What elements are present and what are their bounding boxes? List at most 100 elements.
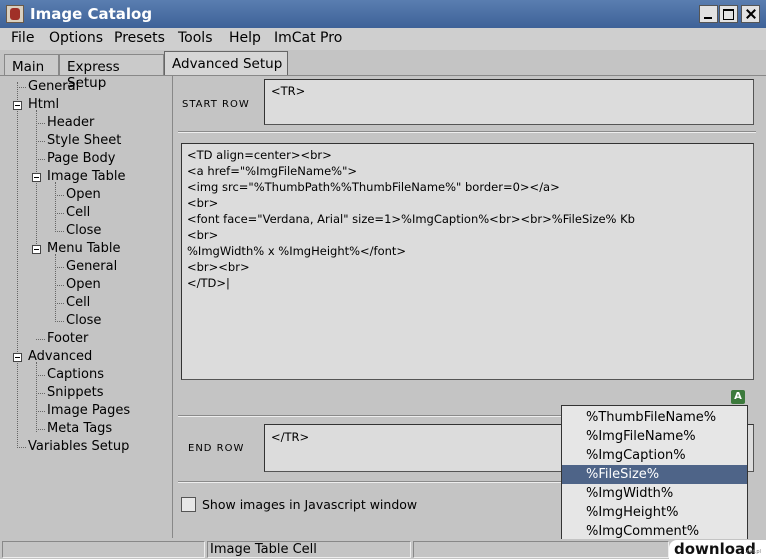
tree-connector <box>36 429 45 430</box>
tree-connector <box>55 254 56 322</box>
end-row-value: </TR> <box>271 430 310 444</box>
menu-imcat-pro[interactable]: ImCat Pro <box>274 30 342 46</box>
tree-connector <box>36 393 45 394</box>
tree-item-menu-table-close[interactable]: Close <box>66 313 101 328</box>
menu-bar: File Options Presets Tools Help ImCat Pr… <box>0 28 766 50</box>
tree-item-image-table-close[interactable]: Close <box>66 223 101 238</box>
menu-file[interactable]: File <box>11 30 34 46</box>
tree-connector <box>55 321 64 322</box>
status-panel <box>413 541 669 558</box>
menu-presets[interactable]: Presets <box>114 30 165 46</box>
tree-connector <box>55 182 56 232</box>
menu-help[interactable]: Help <box>229 30 261 46</box>
tree-item-advanced[interactable]: Advanced <box>28 349 92 364</box>
tree-item-page-body[interactable]: Page Body <box>47 151 115 166</box>
popup-item-imgcaption[interactable]: %ImgCaption% <box>562 446 747 465</box>
watermark-text: download <box>674 540 756 558</box>
javascript-window-label[interactable]: Show images in Javascript window <box>202 497 417 512</box>
separator <box>178 131 756 133</box>
menu-tools[interactable]: Tools <box>178 30 213 46</box>
tree-item-variables-setup[interactable]: Variables Setup <box>28 439 129 454</box>
tree-connector <box>17 447 26 448</box>
tree-item-snippets[interactable]: Snippets <box>47 385 103 400</box>
code-line: </TD>| <box>187 276 230 290</box>
tree-connector <box>55 285 64 286</box>
code-line: <br> <box>187 196 219 210</box>
popup-item-imgheight[interactable]: %ImgHeight% <box>562 503 747 522</box>
download-watermark: download .net.pl <box>669 540 766 559</box>
tree-item-style-sheet[interactable]: Style Sheet <box>47 133 121 148</box>
tree-connector <box>55 267 64 268</box>
collapse-advanced-toggle[interactable] <box>13 353 22 362</box>
variables-popup-menu: %ThumbFileName% %ImgFileName% %ImgCaptio… <box>561 405 748 541</box>
tree-connector <box>36 159 45 160</box>
tab-main[interactable]: Main <box>4 54 59 76</box>
watermark-subtext: .net.pl <box>745 549 761 555</box>
tree-connector <box>17 87 26 88</box>
close-button[interactable] <box>741 5 760 23</box>
status-bar <box>0 539 766 559</box>
collapse-image-table-toggle[interactable] <box>32 173 41 182</box>
separator <box>178 481 562 483</box>
tree-connector <box>36 362 37 432</box>
tree-item-image-pages[interactable]: Image Pages <box>47 403 130 418</box>
status-text: Image Table Cell <box>210 542 317 557</box>
tree-item-html[interactable]: Html <box>28 97 59 112</box>
tree-connector <box>17 82 18 448</box>
tree-connector <box>36 339 45 340</box>
code-line: <img src="%ThumbPath%%ThumbFileName%" bo… <box>187 180 560 194</box>
popup-item-imgfilename[interactable]: %ImgFileName% <box>562 427 747 446</box>
tree-item-captions[interactable]: Captions <box>47 367 104 382</box>
status-panel <box>2 541 205 558</box>
menu-options[interactable]: Options <box>49 30 103 46</box>
code-line: <br><br> <box>187 260 250 274</box>
settings-tree: General Html Header Style Sheet Page Bod… <box>0 76 173 538</box>
code-line: <br> <box>187 228 219 242</box>
tree-item-image-table[interactable]: Image Table <box>47 169 125 184</box>
tree-item-menu-table[interactable]: Menu Table <box>47 241 120 256</box>
tree-connector <box>55 213 64 214</box>
tree-item-meta-tags[interactable]: Meta Tags <box>47 421 112 436</box>
separator <box>178 415 562 417</box>
start-row-value: <TR> <box>271 84 306 98</box>
code-line: <TD align=center><br> <box>187 148 332 162</box>
cell-code-editor[interactable]: <TD align=center><br> <a href="%ImgFileN… <box>181 143 754 380</box>
javascript-window-checkbox[interactable] <box>181 497 196 512</box>
maximize-button[interactable] <box>719 5 738 23</box>
popup-item-imgwidth[interactable]: %ImgWidth% <box>562 484 747 503</box>
tree-connector <box>55 195 64 196</box>
app-icon[interactable] <box>6 5 24 23</box>
tree-connector <box>36 110 37 176</box>
end-row-label: END ROW <box>188 443 245 454</box>
insert-variable-icon[interactable]: A <box>731 390 745 404</box>
tree-connector <box>36 176 37 250</box>
tree-connector <box>36 375 45 376</box>
start-row-field[interactable]: <TR> <box>264 79 754 125</box>
tree-item-footer[interactable]: Footer <box>47 331 88 346</box>
tree-connector <box>55 231 64 232</box>
code-line: <font face="Verdana, Arial" size=1>%ImgC… <box>187 212 635 226</box>
tree-item-header[interactable]: Header <box>47 115 94 130</box>
tab-advanced-setup[interactable]: Advanced Setup <box>164 51 288 76</box>
minimize-button[interactable] <box>699 5 718 23</box>
tree-item-image-table-open[interactable]: Open <box>66 187 101 202</box>
code-line: <a href="%ImgFileName%"> <box>187 164 357 178</box>
collapse-html-toggle[interactable] <box>13 101 22 110</box>
window-title: Image Catalog <box>30 5 153 23</box>
tree-item-general[interactable]: General <box>28 79 79 94</box>
collapse-menu-table-toggle[interactable] <box>32 245 41 254</box>
tree-item-menu-table-open[interactable]: Open <box>66 277 101 292</box>
tree-connector <box>36 141 45 142</box>
tree-item-image-table-cell[interactable]: Cell <box>66 205 90 220</box>
tab-express-setup[interactable]: Express Setup <box>59 54 164 91</box>
popup-item-thumbfilename[interactable]: %ThumbFileName% <box>562 408 747 427</box>
tree-connector <box>36 411 45 412</box>
popup-item-filesize[interactable]: %FileSize% <box>562 465 747 484</box>
tree-connector <box>36 123 45 124</box>
tree-item-menu-table-general[interactable]: General <box>66 259 117 274</box>
code-line: %ImgWidth% x %ImgHeight%</font> <box>187 244 407 258</box>
title-bar: Image Catalog <box>0 0 766 28</box>
tree-item-menu-table-cell[interactable]: Cell <box>66 295 90 310</box>
start-row-label: START ROW <box>182 99 250 110</box>
tree-connector <box>55 303 64 304</box>
